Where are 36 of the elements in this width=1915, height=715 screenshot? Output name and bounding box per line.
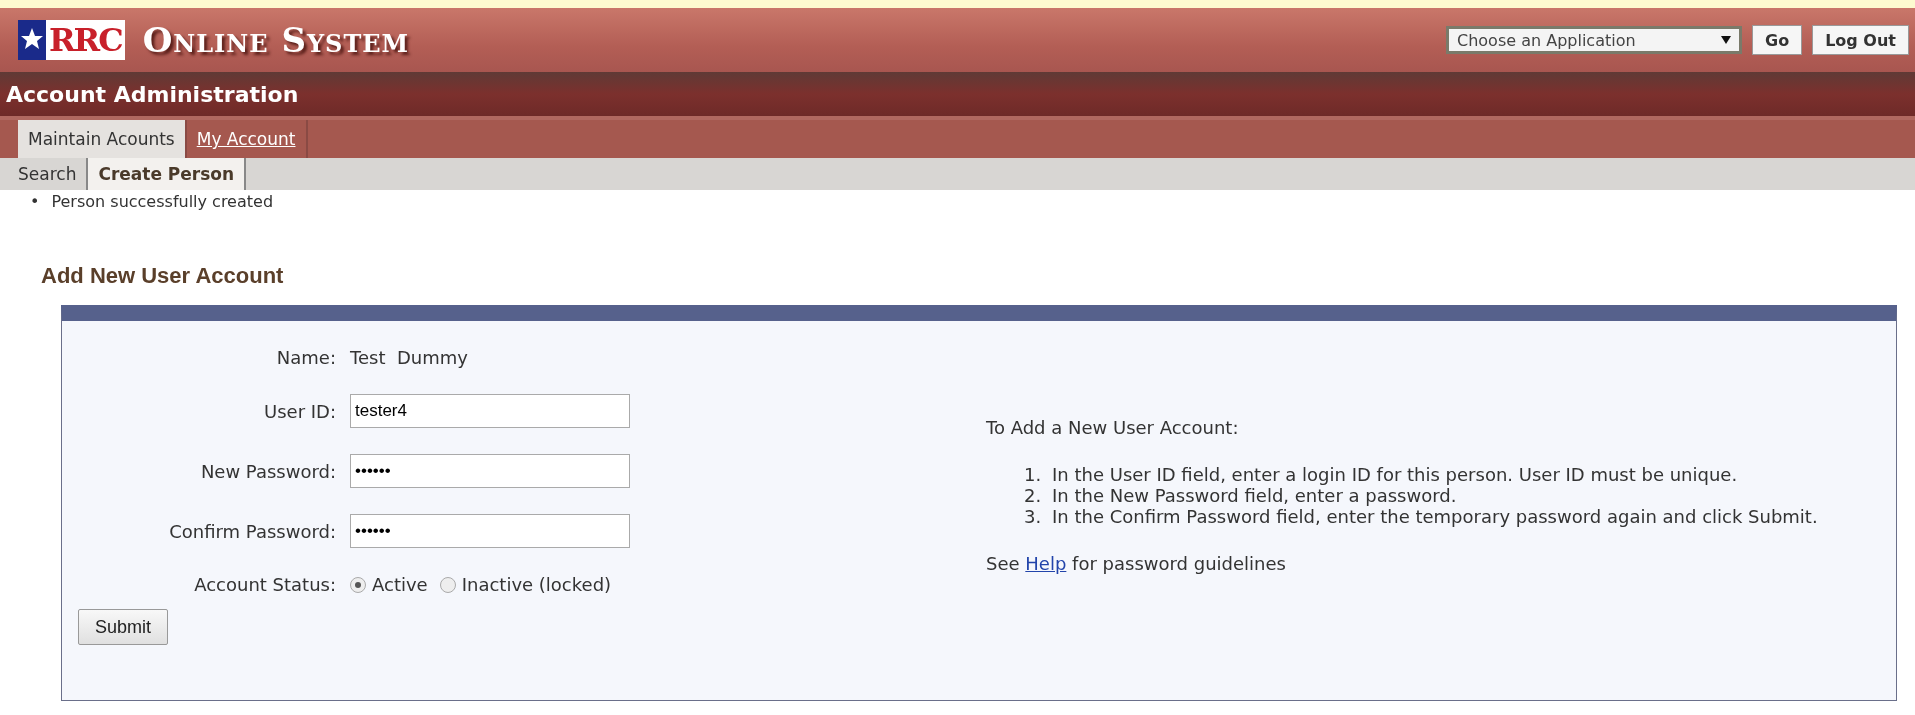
field-label: Name: <box>276 347 336 368</box>
field-label: New Password: <box>200 460 336 482</box>
radio-label: Active <box>372 574 428 595</box>
help-text: for password guidelines <box>1072 553 1286 575</box>
radio-button[interactable] <box>350 576 366 593</box>
form-title: Add New User Account <box>41 263 285 289</box>
field-label: Account Status: <box>194 574 336 595</box>
step-text: In the Confirm Password field, enter the temporary password again and click Submit. <box>1052 506 1819 528</box>
input-field[interactable]: •••••• <box>350 514 630 548</box>
status-message: Person successfully created <box>51 192 274 211</box>
section-title: Account Administration <box>6 81 299 107</box>
step-number: 1. <box>1024 464 1043 486</box>
nav-tab[interactable]: Maintain Acounts <box>18 120 187 158</box>
input-field[interactable]: tester4 <box>350 394 630 428</box>
help-link[interactable]: Help <box>1025 553 1067 575</box>
app-title: Online System <box>142 20 410 60</box>
logout-button[interactable]: Log Out <box>1812 25 1909 55</box>
help-text: See <box>986 553 1020 575</box>
logo-text: RRC <box>46 20 125 60</box>
step-number: 3. <box>1024 506 1043 528</box>
bullet: • <box>30 192 40 211</box>
help-intro: To Add a New User Account: <box>986 417 1239 438</box>
go-button[interactable]: Go <box>1752 25 1803 55</box>
sub-tab[interactable]: Create Person <box>88 158 247 190</box>
submit-button[interactable]: Submit <box>78 609 168 645</box>
field-label: User ID: <box>264 400 336 422</box>
radio-label: Inactive (locked) <box>461 574 612 595</box>
radio-button[interactable] <box>439 576 456 593</box>
step-text: In the New Password field, enter a password. <box>1052 485 1458 507</box>
step-number: 2. <box>1024 485 1043 507</box>
input-field[interactable]: •••••• <box>350 454 630 488</box>
dropdown-arrow-icon <box>1721 35 1731 45</box>
step-text: In the User ID field, enter a login ID for this person. User ID must be unique. <box>1052 464 1739 486</box>
field-label: Confirm Password: <box>169 520 336 542</box>
application-select[interactable]: Choose an Application <box>1446 26 1742 54</box>
name-value: Test Dummy <box>350 347 469 368</box>
